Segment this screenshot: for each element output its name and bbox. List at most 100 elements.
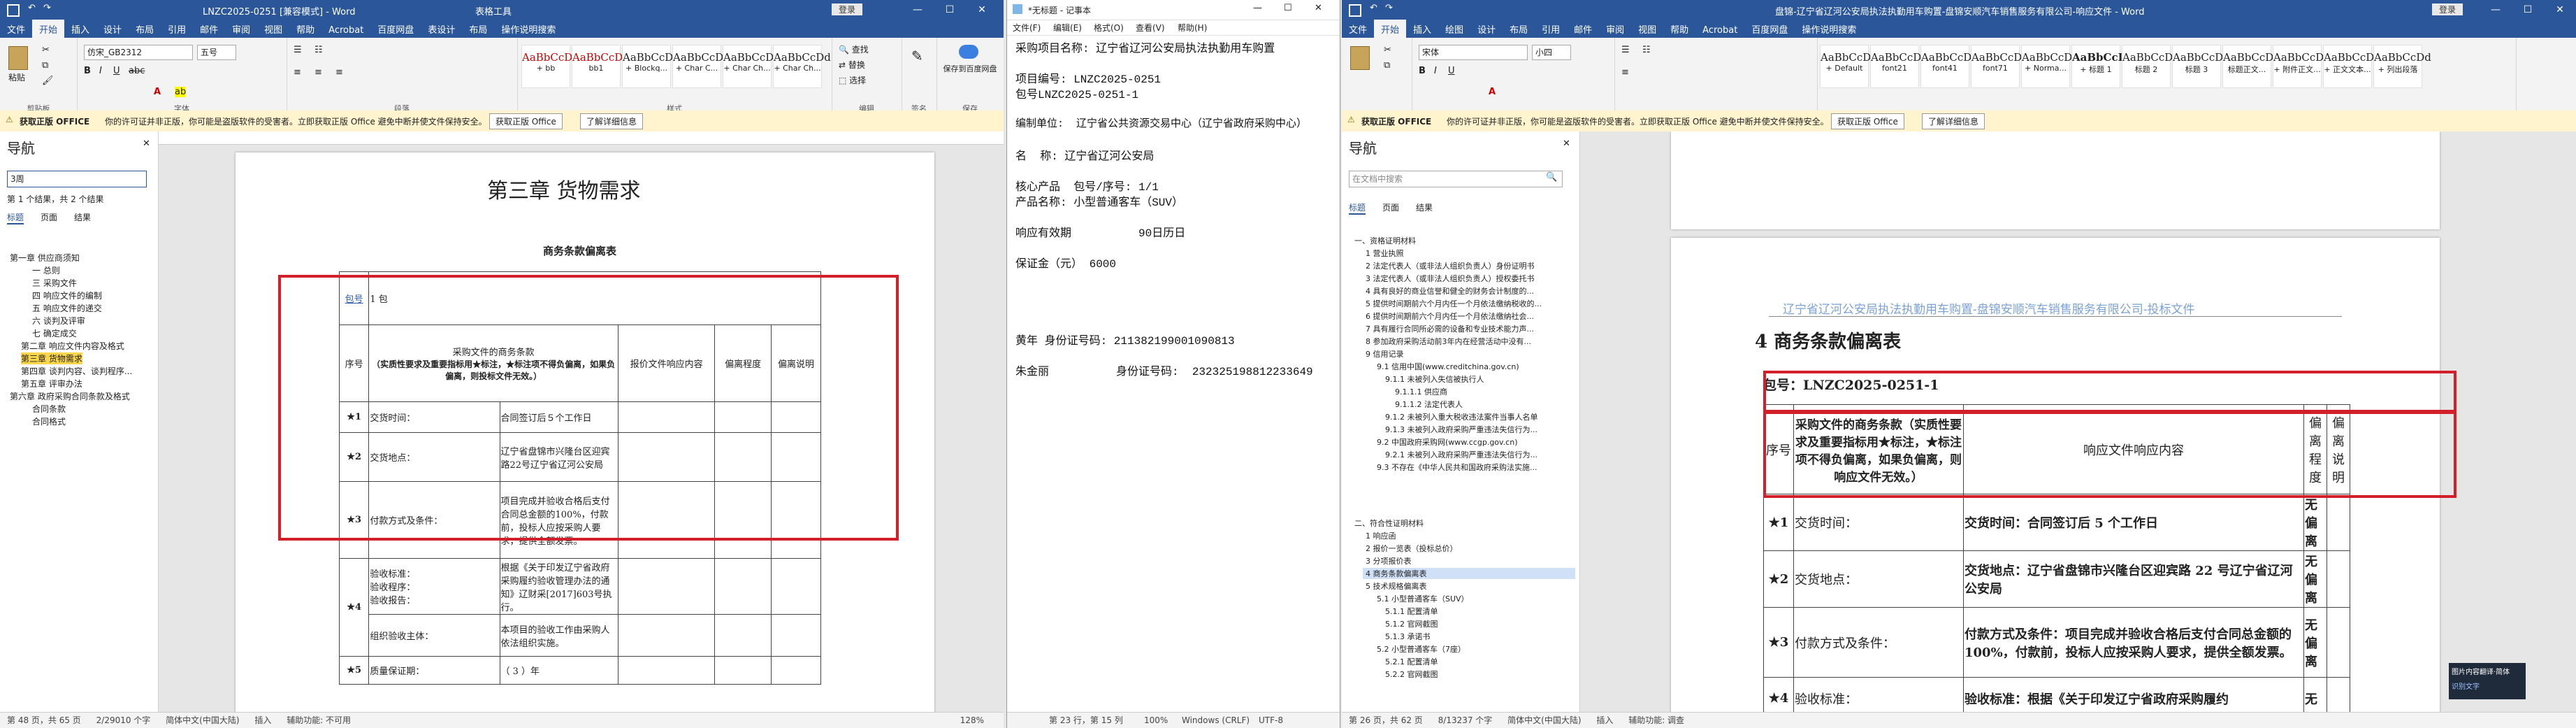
undo-icon[interactable]: ↶ (28, 3, 36, 13)
login-button[interactable]: 登录 (832, 3, 863, 15)
status-accessibility[interactable]: 辅助功能: 不可用 (287, 713, 351, 728)
nav-tab-results[interactable]: 结果 (74, 211, 91, 223)
tab-table-design[interactable]: 表设计 (421, 20, 462, 38)
login-button[interactable]: 登录 (2432, 3, 2463, 15)
status-accessibility[interactable]: 辅助功能: 调查 (1628, 713, 1684, 728)
style-gallery-item[interactable]: AaBbCcDd + Blockq... (622, 45, 680, 88)
status-page[interactable]: 第 48 页，共 65 页 (7, 713, 81, 728)
numbering-icon[interactable]: ☷ (1642, 45, 1651, 55)
nav-heading-item[interactable]: 1 响应函 (1366, 530, 1396, 541)
italic-icon[interactable]: I (1434, 66, 1437, 76)
align-right-icon[interactable]: ≡ (335, 67, 343, 78)
nav-heading-item[interactable]: 六 谈判及评审 (32, 315, 85, 327)
tab-home[interactable]: 开始 (32, 20, 65, 38)
minimize-button[interactable]: — (1253, 3, 1262, 13)
format-painter-icon[interactable]: 🖌 (42, 76, 54, 86)
highlight-icon[interactable]: ab (175, 87, 187, 97)
font-size-box[interactable]: 小四 (1532, 45, 1571, 60)
tab-insert[interactable]: 插入 (64, 20, 96, 38)
tab-home[interactable]: 开始 (1374, 20, 1407, 38)
font-name-box[interactable]: 宋体 (1419, 45, 1528, 60)
tab-draw[interactable]: 绘图 (1438, 20, 1470, 38)
close-button[interactable]: ✕ (1315, 3, 1322, 13)
nav-heading-item[interactable]: 1 营业执照 (1366, 248, 1404, 259)
status-insert[interactable]: 插入 (1596, 713, 1613, 728)
style-gallery-item[interactable]: AaBbCcDd font71 (1971, 45, 2029, 88)
nav-heading-item[interactable]: 第五章 评审办法 (21, 378, 82, 390)
style-gallery-item[interactable]: AaBbCcDd 标题正文... (2222, 45, 2280, 88)
minimize-button[interactable]: — (902, 0, 934, 20)
tab-baidu[interactable]: 百度网盘 (1744, 20, 1795, 38)
tab-mailings[interactable]: 邮件 (193, 20, 225, 38)
save-icon[interactable] (7, 4, 20, 17)
nav-heading-item[interactable]: 3 分项报价表 (1366, 555, 1412, 566)
maximize-button[interactable]: ☐ (1284, 3, 1292, 13)
tell-me-search[interactable]: 操作说明搜索 (1795, 20, 1863, 38)
zoom-level[interactable]: 128% (960, 713, 984, 728)
tab-baidu[interactable]: 百度网盘 (370, 20, 421, 38)
tab-layout[interactable]: 布局 (1503, 20, 1535, 38)
underline-icon[interactable]: U (1448, 66, 1455, 76)
tab-references[interactable]: 引用 (161, 20, 193, 38)
save-icon[interactable] (1349, 4, 1361, 17)
style-gallery-item[interactable]: AaBbCcDd + Default (1820, 45, 1878, 88)
nav-heading-item[interactable]: 一、资格证明材料 (1354, 235, 1416, 246)
nav-heading-item[interactable]: 5.1.1 配置清单 (1385, 606, 1438, 617)
tab-review[interactable]: 审阅 (225, 20, 257, 38)
nav-search-input[interactable]: 在文档中搜索 (1349, 171, 1563, 187)
nav-heading-item[interactable]: 9.1.1 未被列入失信被执行人 (1385, 373, 1484, 385)
style-gallery-item[interactable]: AaBbCcDd + 正文文本... (2323, 45, 2381, 88)
menu-view[interactable]: 查看(V) (1136, 22, 1165, 34)
tab-insert[interactable]: 插入 (1406, 20, 1438, 38)
nav-heading-item[interactable]: 合同格式 (32, 415, 66, 427)
nav-heading-item[interactable]: 5 提供时间期前六个月内任一个月依法缴纳税收的... (1366, 298, 1575, 309)
status-insert[interactable]: 插入 (254, 713, 271, 728)
style-gallery-item[interactable]: AaBbCcDd 标题 3 (2172, 45, 2230, 88)
nav-heading-item[interactable]: 9.2 中国政府采购网(www.ccgp.gov.cn) (1377, 436, 1518, 448)
menu-file[interactable]: 文件(F) (1013, 22, 1041, 34)
tab-help[interactable]: 帮助 (1663, 20, 1695, 38)
notepad-text-area[interactable]: 采购项目名称: 辽宁省辽河公安局执法执勤用车购置 项目编号: LNZC2025-… (1007, 35, 1340, 713)
nav-tab-pages[interactable]: 页面 (41, 211, 57, 223)
style-gallery-item[interactable]: AaBbCcDd + 列出段落 (2373, 45, 2431, 88)
nav-heading-item[interactable]: 5.2 小型普通客车（7座） (1377, 643, 1466, 655)
nav-heading-item[interactable]: 3 法定代表人（或非法人组织负责人）授权委托书 (1366, 273, 1575, 284)
tab-file[interactable]: 文件 (1342, 20, 1374, 38)
style-gallery-item[interactable]: AaBbCcDd + bb (521, 45, 579, 88)
style-gallery-item[interactable]: AaBbCcDd bb1 (572, 45, 630, 88)
nav-heading-item[interactable]: 9.1.1.2 法定代表人 (1395, 399, 1463, 410)
strikethrough-icon[interactable]: abc (129, 66, 145, 76)
nav-heading-item[interactable]: 五 响应文件的递交 (32, 302, 102, 314)
nav-heading-item-selected[interactable]: 4 商务条款偏离表 (1363, 568, 1575, 579)
replace-button[interactable]: ⇄ 替换 (839, 59, 865, 71)
menu-format[interactable]: 格式(O) (1094, 22, 1124, 34)
save-to-baidu-button[interactable]: 保存到百度网盘 (939, 63, 1001, 74)
nav-heading-item[interactable]: 9.1.1.1 供应商 (1395, 386, 1447, 397)
copy-icon[interactable]: ⧉ (42, 60, 48, 71)
nav-heading-item[interactable]: 9.1 信用中国(www.creditchina.gov.cn) (1377, 361, 1519, 372)
tab-design[interactable]: 设计 (1470, 20, 1503, 38)
tell-me-search[interactable]: 操作说明搜索 (494, 20, 563, 38)
nav-heading-item[interactable]: 四 响应文件的编制 (32, 290, 102, 301)
style-gallery-item[interactable]: AaBbCcDd + Char Ch... (773, 45, 831, 88)
style-gallery-item[interactable]: AaBbCcDd font21 (1870, 45, 1928, 88)
nav-heading-item[interactable]: 7 具有履行合同所必需的设备和专业技术能力声... (1366, 323, 1575, 334)
menu-help[interactable]: 帮助(H) (1178, 22, 1207, 34)
nav-heading-item[interactable]: 5 技术规格偏离表 (1366, 580, 1427, 592)
style-gallery-item[interactable]: AaBbCcDd + Char Ch... (723, 45, 781, 88)
status-page[interactable]: 第 26 页，共 62 页 (1349, 713, 1423, 728)
nav-close-icon[interactable]: ✕ (143, 138, 150, 149)
font-size-box[interactable]: 五号 (197, 45, 236, 60)
baidu-cloud-icon[interactable] (959, 45, 978, 59)
status-words[interactable]: 8/13237 个字 (1438, 713, 1493, 728)
style-gallery-item[interactable]: AaBbCcDd font41 (1920, 45, 1978, 88)
tab-mailings[interactable]: 邮件 (1567, 20, 1599, 38)
select-button[interactable]: ⬚ 选择 (839, 74, 866, 86)
align-left-icon[interactable]: ≡ (294, 67, 301, 78)
nav-heading-item[interactable]: 8 参加政府采购活动前3年内在经营活动中没有... (1366, 336, 1575, 347)
undo-icon[interactable]: ↶ (1370, 3, 1377, 13)
close-button[interactable]: ✕ (2544, 0, 2576, 20)
style-gallery-item[interactable]: AaBbCcDd 标题 2 (2122, 45, 2180, 88)
search-icon[interactable]: 🔍 (1546, 172, 1557, 183)
tab-table-layout[interactable]: 布局 (462, 20, 494, 38)
